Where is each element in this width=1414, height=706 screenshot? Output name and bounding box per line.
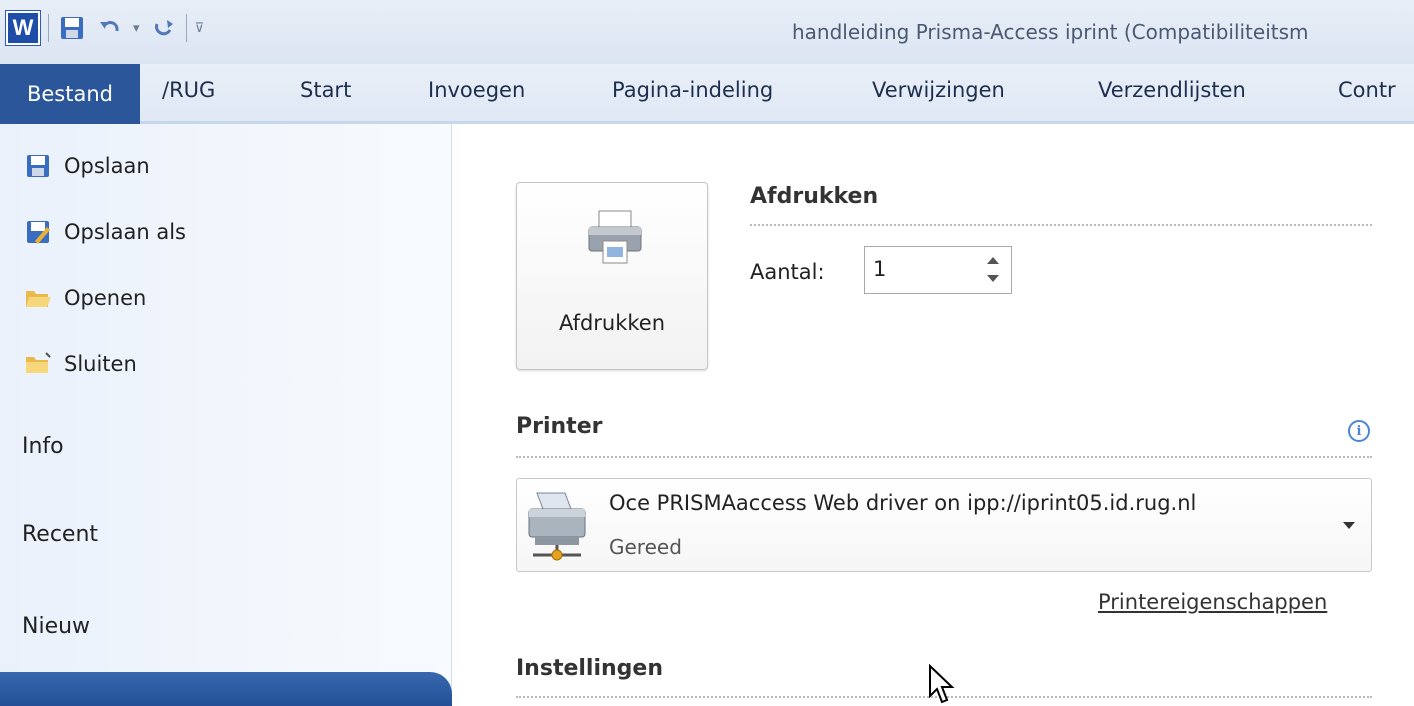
nav-command-openen[interactable]: Openen [24, 284, 146, 312]
ribbon-tabs: Bestand /RUG Start Invoegen Pagina-indel… [0, 64, 1414, 124]
nav-command-label: Openen [64, 286, 147, 310]
stepper-down-icon[interactable] [983, 271, 1003, 285]
stepper-up-icon[interactable] [983, 253, 1003, 267]
customize-dropdown-icon[interactable]: ⊽ [195, 21, 205, 36]
tab-verzendlijsten[interactable]: Verzendlijsten [1098, 78, 1246, 102]
divider [750, 224, 1372, 226]
nav-tab-nieuw[interactable]: Nieuw [22, 614, 90, 639]
nav-command-opslaan[interactable]: Opslaan [24, 152, 150, 180]
nav-tab-afdrukken-selected[interactable] [0, 672, 452, 706]
tab-bestand[interactable]: Bestand [0, 64, 140, 124]
nav-command-label: Sluiten [64, 352, 137, 376]
chevron-down-icon[interactable] [1339, 517, 1359, 533]
print-section-title: Afdrukken [750, 184, 879, 209]
print-button-label: Afdrukken [558, 311, 666, 335]
copies-value[interactable]: 1 [873, 257, 886, 281]
nav-tab-info[interactable]: Info [22, 434, 64, 459]
tab-start[interactable]: Start [300, 78, 351, 102]
toolbar-separator [185, 14, 187, 42]
undo-dropdown-icon[interactable]: ▾ [133, 21, 140, 36]
undo-icon[interactable] [95, 13, 125, 43]
printer-select[interactable]: Oce PRISMAaccess Web driver on ipp://ipr… [516, 478, 1372, 572]
nav-command-sluiten[interactable]: Sluiten [24, 350, 137, 378]
divider [516, 456, 1372, 458]
save-icon[interactable] [57, 13, 87, 43]
redo-icon[interactable] [148, 13, 178, 43]
title-bar: W ▾ ⊽ handleiding Prisma-Access iprint (… [0, 0, 1414, 64]
tab-rug[interactable]: /RUG [162, 78, 215, 102]
info-icon[interactable]: i [1348, 420, 1370, 442]
window-title: handleiding Prisma-Access iprint (Compat… [792, 20, 1309, 44]
nav-command-opslaan-als[interactable]: Opslaan als [24, 218, 186, 246]
settings-section-title: Instellingen [516, 656, 663, 681]
tab-controleren[interactable]: Contr [1338, 78, 1396, 102]
open-folder-icon [24, 284, 52, 312]
print-panel: Afdrukken Afdrukken Aantal: 1 Printer i … [452, 124, 1414, 706]
nav-tab-recent[interactable]: Recent [22, 522, 98, 547]
close-folder-icon [24, 350, 52, 378]
copies-stepper[interactable]: 1 [864, 246, 1012, 294]
mouse-cursor-icon [928, 663, 958, 706]
save-icon [24, 152, 52, 180]
tab-pagina-indeling[interactable]: Pagina-indeling [612, 78, 773, 102]
quick-access-toolbar: W ▾ ⊽ [5, 10, 212, 46]
nav-command-label: Opslaan [64, 154, 150, 178]
printer-section-title: Printer [516, 414, 603, 439]
word-app-icon[interactable]: W [5, 10, 41, 46]
toolbar-separator [48, 14, 49, 42]
tab-invoegen[interactable]: Invoegen [428, 78, 525, 102]
tab-verwijzingen[interactable]: Verwijzingen [872, 78, 1005, 102]
nav-command-label: Opslaan als [64, 220, 187, 244]
printer-status: Gereed [609, 535, 682, 559]
printer-icon [525, 489, 597, 563]
printer-icon [585, 207, 645, 267]
print-button[interactable]: Afdrukken [516, 182, 708, 370]
save-as-icon [24, 218, 52, 246]
printer-properties-link[interactable]: Printereigenschappen [1098, 590, 1327, 614]
backstage-nav: Opslaan Opslaan als Openen Sluiten Info … [0, 124, 452, 706]
copies-label: Aantal: [750, 260, 825, 284]
printer-name: Oce PRISMAaccess Web driver on ipp://ipr… [609, 491, 1197, 515]
